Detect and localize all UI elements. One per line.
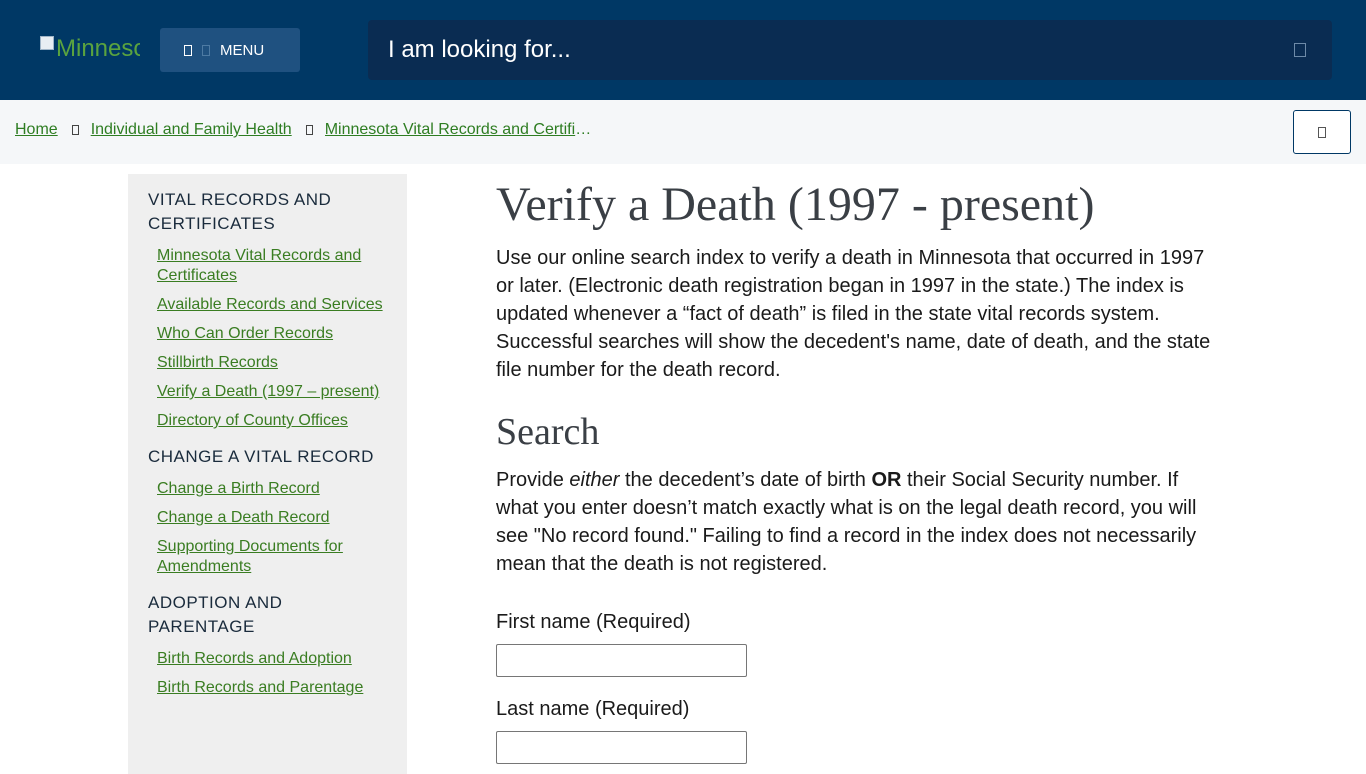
sidebar-list-change-record: Change a Birth Record Change a Death Rec… <box>148 479 387 577</box>
first-name-input[interactable] <box>496 644 747 677</box>
site-logo[interactable]: Minnesota <box>40 34 140 64</box>
menu-icon-secondary <box>202 44 210 56</box>
breadcrumb-home[interactable]: Home <box>15 121 58 139</box>
instructions-emphasis: either <box>569 469 620 491</box>
sidebar-link-change-death[interactable]: Change a Death Record <box>157 509 330 526</box>
last-name-label: Last name (Required) <box>496 698 690 720</box>
main-content: Verify a Death (1997 - present) Use our … <box>496 174 1216 764</box>
menu-button[interactable]: MENU <box>160 28 300 72</box>
sidebar-link-birth-adoption[interactable]: Birth Records and Adoption <box>157 650 352 667</box>
sidebar-link-who-can-order[interactable]: Who Can Order Records <box>157 325 333 342</box>
sidebar-link-change-birth[interactable]: Change a Birth Record <box>157 480 320 497</box>
sidebar-item: Available Records and Services <box>148 295 387 315</box>
sidebar-list-vital-records: Minnesota Vital Records and Certificates… <box>148 246 387 431</box>
search-input[interactable] <box>388 36 1268 64</box>
instructions-text: Provide <box>496 469 570 491</box>
intro-paragraph: Use our online search index to verify a … <box>496 247 1211 381</box>
sidebar-list-adoption: Birth Records and Adoption Birth Records… <box>148 649 387 698</box>
chevron-right-icon <box>71 125 79 135</box>
sidebar-item: Birth Records and Adoption <box>148 649 387 669</box>
sidebar-item: Directory of County Offices <box>148 411 387 431</box>
breadcrumb-bar: Home Individual and Family Health Minnes… <box>0 100 1366 164</box>
section-nav-toggle-button[interactable] <box>1293 110 1351 154</box>
sidebar-link-vital-records[interactable]: Minnesota Vital Records and Certificates <box>157 247 361 284</box>
sidebar-item: Change a Birth Record <box>148 479 387 499</box>
sidebar-item: Who Can Order Records <box>148 324 387 344</box>
broken-image-icon <box>40 36 54 50</box>
sidebar-heading-change-record: CHANGE A VITAL RECORD <box>148 447 374 466</box>
menu-icon <box>184 44 192 56</box>
page-title: Verify a Death (1997 - present) <box>496 178 1095 231</box>
menu-label: MENU <box>220 41 265 59</box>
toggle-icon <box>1318 126 1326 138</box>
breadcrumb-vital-records[interactable]: Minnesota Vital Records and Certificates <box>325 121 593 139</box>
sidebar-link-county-offices[interactable]: Directory of County Offices <box>157 412 348 429</box>
sidebar-item: Verify a Death (1997 – present) <box>148 382 387 402</box>
site-search <box>368 20 1332 80</box>
sidebar-link-birth-parentage[interactable]: Birth Records and Parentage <box>157 679 363 696</box>
search-icon[interactable] <box>1294 43 1306 57</box>
first-name-label: First name (Required) <box>496 611 691 633</box>
sidebar-item: Change a Death Record <box>148 508 387 528</box>
last-name-input[interactable] <box>496 731 747 764</box>
search-heading: Search <box>496 411 600 453</box>
sidebar-item: Supporting Documents for Amendments <box>148 537 387 577</box>
logo-alt-text: Minnesota <box>56 35 140 62</box>
sidebar-link-available-records[interactable]: Available Records and Services <box>157 296 383 313</box>
sidebar-item: Minnesota Vital Records and Certificates <box>148 246 387 286</box>
instructions-strong: OR <box>871 469 902 491</box>
breadcrumb: Home Individual and Family Health Minnes… <box>15 121 593 139</box>
sidebar-link-stillbirth[interactable]: Stillbirth Records <box>157 354 278 371</box>
section-sidebar: VITAL RECORDS AND CERTIFICATES Minnesota… <box>128 174 407 774</box>
sidebar-heading-adoption: ADOPTION AND PARENTAGE <box>148 593 283 636</box>
sidebar-link-verify-death[interactable]: Verify a Death (1997 – present) <box>157 383 379 400</box>
search-instructions: Provide either the decedent’s date of bi… <box>496 466 1216 578</box>
site-header: Minnesota MENU <box>0 0 1366 100</box>
chevron-right-icon <box>305 125 313 135</box>
sidebar-heading-vital-records: VITAL RECORDS AND CERTIFICATES <box>148 190 332 233</box>
sidebar-item: Birth Records and Parentage <box>148 678 387 698</box>
instructions-text: the decedent’s date of birth <box>619 469 872 491</box>
sidebar-link-supporting-docs[interactable]: Supporting Documents for Amendments <box>157 538 343 575</box>
breadcrumb-family-health[interactable]: Individual and Family Health <box>91 121 292 139</box>
sidebar-item: Stillbirth Records <box>148 353 387 373</box>
